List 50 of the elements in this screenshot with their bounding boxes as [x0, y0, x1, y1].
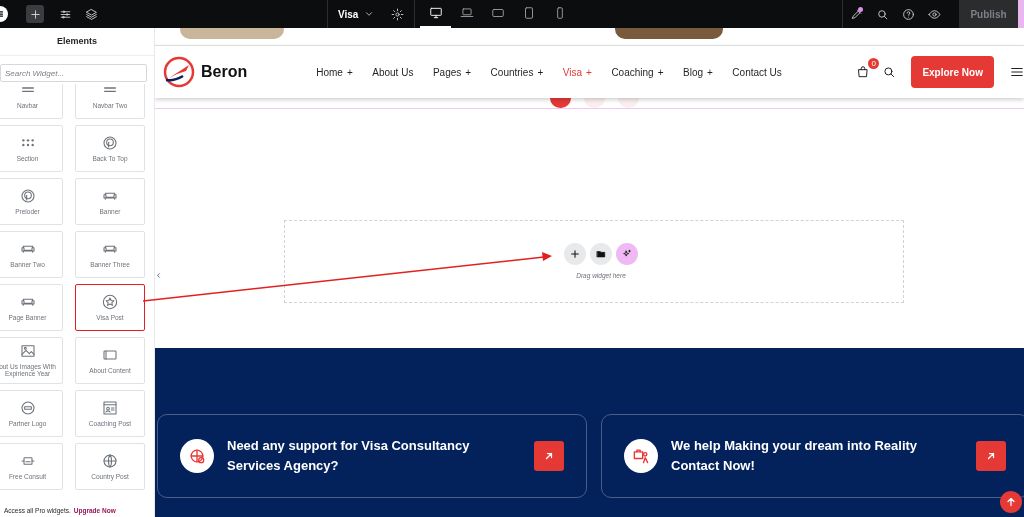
arrow-icon: [985, 450, 997, 462]
selection-edge: [1018, 0, 1024, 28]
help-icon[interactable]: [901, 7, 915, 21]
plus-icon: [570, 249, 580, 259]
nav-link[interactable]: About Us: [372, 66, 414, 78]
nav-link[interactable]: Contact Us: [732, 66, 782, 78]
chevron-icon: [364, 9, 375, 19]
arrow-up-icon: [1005, 496, 1017, 508]
globe-icon: [102, 452, 118, 469]
nav-link[interactable]: Countries +: [490, 66, 544, 78]
arrow-icon: [543, 450, 555, 462]
page-dropdown[interactable]: Visa: [328, 0, 385, 28]
panel-title: Elements: [0, 28, 154, 56]
ring-icon: [102, 134, 118, 151]
add-button[interactable]: [26, 5, 44, 23]
cta-text: Need any support for Visa Consultancy Services Agency?: [227, 437, 471, 475]
explore-now-button[interactable]: Explore Now: [911, 56, 994, 88]
preview-eye-icon[interactable]: [927, 7, 941, 21]
sparkle-icon: [622, 249, 632, 259]
laptop-icon: [459, 6, 474, 20]
ai-button[interactable]: [616, 243, 638, 265]
search-icon[interactable]: [875, 7, 889, 21]
desktop-icon: [428, 6, 443, 20]
nav-link[interactable]: Coaching +: [611, 66, 664, 78]
nav-link[interactable]: Home +: [316, 66, 353, 78]
plus-icon: [29, 8, 41, 20]
brand-name: Beron: [201, 63, 248, 81]
search-icon[interactable]: [882, 65, 897, 79]
cart-count: 0: [868, 58, 880, 69]
badge-icon: [19, 399, 36, 416]
folder-icon: [596, 249, 606, 259]
layers-icon[interactable]: [84, 7, 98, 21]
nav-link[interactable]: Blog +: [683, 66, 713, 78]
nav-link[interactable]: Visa +: [562, 66, 592, 78]
card-icon: [102, 399, 118, 416]
notification-dot: [858, 7, 863, 12]
ring-icon: [19, 187, 36, 204]
tablet-landscape-icon: [490, 6, 505, 20]
chevron-left-icon: [155, 271, 162, 279]
settings-icon[interactable]: [390, 7, 404, 21]
menu-icon[interactable]: [1010, 65, 1024, 79]
publish-button[interactable]: Publish: [959, 0, 1018, 28]
add-section-button[interactable]: [564, 243, 586, 265]
plane-logo-icon: [163, 56, 195, 88]
image-icon: [19, 343, 36, 360]
template-button[interactable]: [590, 243, 612, 265]
nav-link[interactable]: Pages +: [432, 66, 472, 78]
cta-text: We help Making your dream into Reality Contact Now!: [671, 437, 919, 475]
search-field[interactable]: Search Widget...: [0, 64, 147, 82]
sliders-icon[interactable]: [58, 7, 72, 21]
